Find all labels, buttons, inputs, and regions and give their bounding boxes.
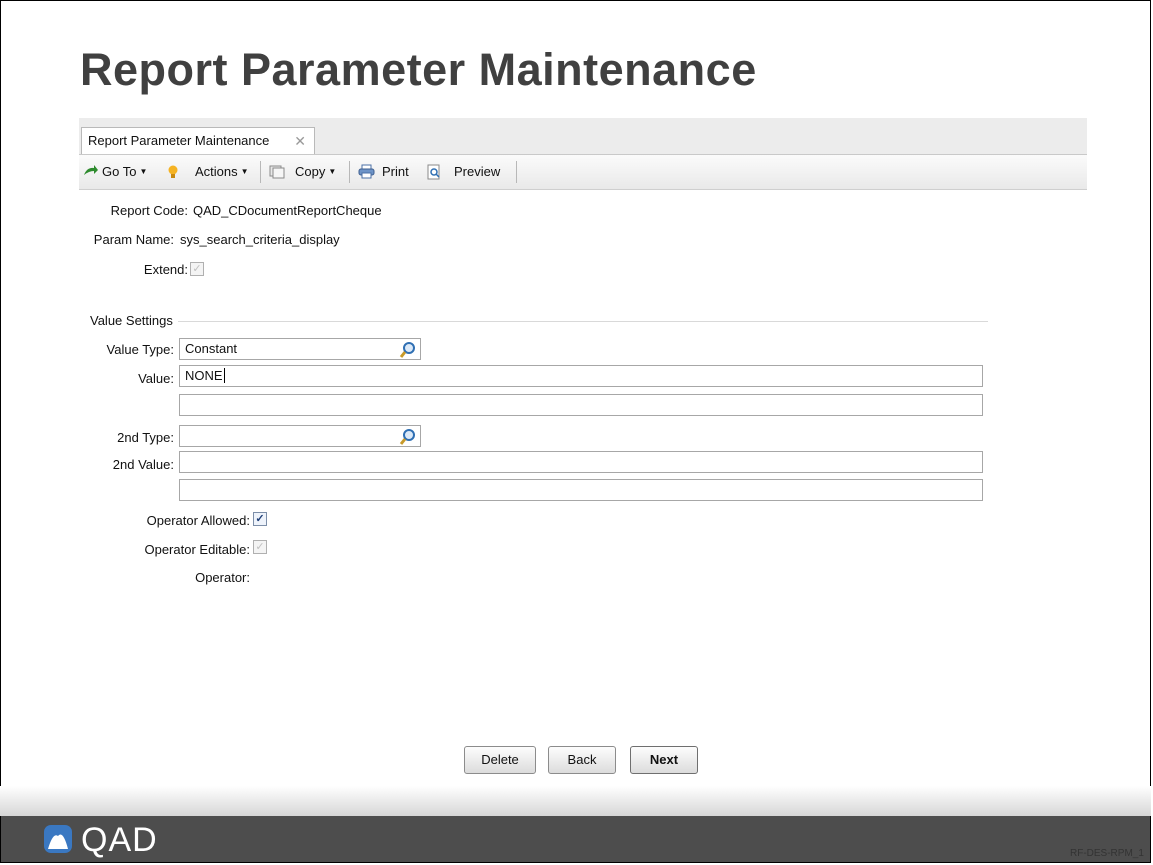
param-name-label: Param Name:	[93, 232, 174, 247]
param-name-value: sys_search_criteria_display	[180, 232, 340, 247]
toolbar-separator	[516, 161, 517, 183]
operator-editable-checkbox[interactable]: ✓	[253, 540, 267, 554]
slide-title: Report Parameter Maintenance	[80, 44, 757, 95]
value-text: NONE	[185, 368, 223, 383]
goto-arrow-icon	[84, 165, 98, 175]
search-icon[interactable]	[399, 341, 417, 359]
copy-icon	[269, 165, 285, 179]
toolbar: Go To ▼ Actions ▼ Copy ▼ Print Preview	[79, 155, 1087, 190]
footer-brand: QAD	[81, 821, 158, 859]
section-divider	[178, 321, 988, 322]
goto-button[interactable]: Go To ▼	[102, 164, 147, 179]
close-icon[interactable]: ✕	[294, 128, 306, 154]
back-button[interactable]: Back	[548, 746, 616, 774]
printer-icon	[358, 164, 375, 179]
print-button[interactable]: Print	[382, 164, 409, 179]
preview-button[interactable]: Preview	[454, 164, 500, 179]
slide-footer: QAD	[1, 816, 1150, 862]
tab-report-parameter-maintenance[interactable]: Report Parameter Maintenance ✕	[81, 127, 315, 154]
search-icon[interactable]	[399, 428, 417, 446]
chevron-down-icon: ▼	[139, 167, 148, 176]
operator-label: Operator:	[195, 570, 250, 585]
copy-label: Copy	[295, 164, 326, 179]
chevron-down-icon: ▼	[328, 167, 337, 176]
second-value-label: 2nd Value:	[112, 457, 174, 472]
value-type-input[interactable]: Constant	[179, 338, 421, 360]
tab-strip: Report Parameter Maintenance ✕	[79, 118, 1087, 155]
slide-code: RF-DES-RPM_1	[1070, 848, 1144, 859]
value-type-text: Constant	[185, 341, 238, 356]
footer-gradient	[0, 786, 1151, 816]
lightbulb-icon	[168, 165, 178, 178]
preview-icon	[427, 164, 440, 180]
operator-allowed-checkbox[interactable]: ✓	[253, 512, 267, 526]
next-button[interactable]: Next	[630, 746, 698, 774]
second-type-label: 2nd Type:	[117, 430, 174, 445]
chevron-down-icon: ▼	[240, 167, 249, 176]
copy-button[interactable]: Copy ▼	[295, 164, 336, 179]
tab-label: Report Parameter Maintenance	[88, 133, 270, 148]
value-type-label: Value Type:	[106, 342, 174, 357]
report-code-value: QAD_CDocumentReportCheque	[193, 203, 382, 218]
value-label: Value:	[138, 371, 174, 386]
operator-editable-label: Operator Editable:	[144, 542, 250, 557]
value-input[interactable]: NONE	[179, 365, 983, 387]
delete-button[interactable]: Delete	[464, 746, 536, 774]
actions-button[interactable]: Actions ▼	[195, 164, 249, 179]
actions-label: Actions	[195, 164, 238, 179]
value-input-line-2[interactable]	[179, 394, 983, 416]
toolbar-separator	[260, 161, 261, 183]
section-title-value-settings: Value Settings	[90, 313, 173, 328]
text-cursor	[223, 368, 225, 383]
second-type-input[interactable]	[179, 425, 421, 447]
toolbar-separator	[349, 161, 350, 183]
report-code-label: Report Code:	[110, 203, 188, 218]
goto-label: Go To	[102, 164, 137, 179]
extend-label: Extend:	[143, 262, 188, 277]
extend-checkbox[interactable]: ✓	[190, 262, 204, 276]
qad-logo-icon	[44, 825, 72, 853]
operator-allowed-label: Operator Allowed:	[146, 513, 250, 528]
second-value-input[interactable]	[179, 451, 983, 473]
second-value-input-line-2[interactable]	[179, 479, 983, 501]
